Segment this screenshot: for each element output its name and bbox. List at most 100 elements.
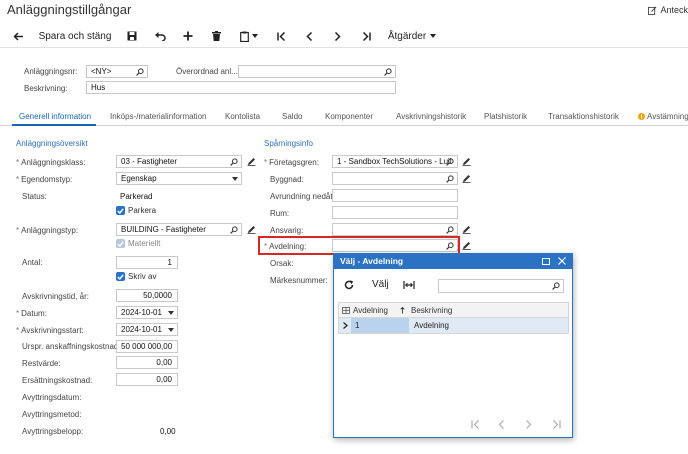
caret-down-icon [168,311,174,315]
select-button[interactable]: Välj [372,279,389,290]
last-record-button[interactable] [356,24,376,48]
tab-account-list[interactable]: Kontolista [225,112,260,121]
tab-balance[interactable]: Saldo [282,112,302,121]
tab-reconciliation-label: Avstämning [647,112,688,121]
save-button[interactable] [122,24,142,48]
pencil-icon[interactable] [462,157,471,166]
add-button[interactable] [178,24,198,48]
copy-paste-menu[interactable] [234,24,264,48]
write-off-checkbox[interactable]: Skriv av [116,272,156,281]
tab-components[interactable]: Komponenter [325,112,373,121]
maximize-icon[interactable] [542,258,550,265]
search-icon[interactable] [446,226,454,234]
toolbar: Spara och stäng Åtgärder [0,24,688,48]
caret-down-icon [168,328,174,332]
description-input[interactable]: Hus [86,81,396,94]
disposal-method-label: Avyttringsmetod: [22,410,82,419]
checkbox-checked-icon [116,239,125,248]
table-row[interactable]: 1 Avdelning [339,318,568,333]
first-page-icon[interactable] [471,420,480,429]
next-page-icon[interactable] [525,420,532,429]
quantity-label: Antal: [22,258,43,267]
fit-columns-icon[interactable] [403,280,415,290]
search-icon[interactable] [136,68,144,76]
delete-button[interactable] [206,24,226,48]
depreciation-start-value: 2024-10-01 [121,325,162,334]
property-type-select[interactable]: Egenskap [116,172,242,185]
column-department-header[interactable]: Avdelning [353,306,388,315]
caret-down-icon [232,177,238,181]
branch-input[interactable]: 1 - Sandbox TechSolutions - Lull [332,155,458,168]
tab-bar: Generell information Inköps-/materialinf… [0,110,688,126]
asset-type-input[interactable]: BUILDING - Fastigheter [116,223,242,236]
branch-label: * Företagsgren: [264,158,319,167]
asset-class-input[interactable]: 03 - Fastigheter [116,155,242,168]
responsible-label: Ansvarig: [270,226,304,235]
pencil-icon[interactable] [462,225,471,234]
pencil-icon[interactable] [247,225,256,234]
tab-depreciation-history[interactable]: Avskrivningshistorik [396,112,466,121]
residual-value-input[interactable]: 0,00 [116,356,178,369]
actions-menu[interactable]: Åtgärder [386,24,438,48]
write-off-label: Skriv av [128,272,157,281]
room-label: Rum: [270,209,290,218]
depreciation-start-picker[interactable]: 2024-10-01 [116,323,178,336]
column-settings-icon[interactable] [342,307,350,314]
column-description-header[interactable]: Beskrivning [411,306,452,315]
next-record-button[interactable] [327,24,347,48]
disposal-amount-value: 0,00 [160,427,176,436]
back-button[interactable] [8,24,28,48]
department-grid: Avdelning Beskrivning 1 Avdelning [338,302,569,334]
asset-no-input[interactable]: <NY> [86,65,148,78]
tab-reconciliation[interactable]: Avstämning [638,112,688,121]
search-icon[interactable] [230,226,238,234]
parent-asset-input[interactable] [238,65,396,78]
notes-link[interactable]: Anteck [648,5,688,15]
quantity-input[interactable]: 1 [116,256,178,269]
search-icon[interactable] [384,68,392,76]
date-picker[interactable]: 2024-10-01 [116,306,178,319]
building-input[interactable] [332,172,458,185]
dialog-header: Välj - Avdelning [334,254,572,269]
search-icon[interactable] [446,158,454,166]
close-icon[interactable] [558,257,566,265]
notes-label: Anteck [660,5,688,15]
room-input[interactable] [332,206,458,219]
tab-purchase-material[interactable]: Inköps-/materialinformation [110,112,206,121]
pencil-icon[interactable] [462,241,471,250]
reason-label: Orsak: [270,259,294,268]
undo-button[interactable] [150,24,170,48]
status-label: Status: [22,192,47,201]
row-pointer-icon [343,322,348,329]
previous-page-icon[interactable] [498,420,505,429]
tab-location-history[interactable]: Platshistorik [484,112,527,121]
property-type-value: Egenskap [121,174,157,183]
first-record-button[interactable] [271,24,291,48]
refresh-icon[interactable] [344,280,354,290]
clipboard-icon [240,31,249,42]
grid-header: Avdelning Beskrivning [339,303,568,318]
dialog-search-input[interactable] [438,279,564,293]
rounding-input[interactable] [332,189,458,202]
last-page-icon [362,31,371,41]
tab-general-information[interactable]: Generell information [19,112,91,121]
pencil-icon[interactable] [462,174,471,183]
save-close-button[interactable]: Spara och stäng [38,24,112,48]
date-label: * Datum: [16,309,47,318]
residual-value-label: Restvärde: [22,359,61,368]
chevron-right-icon [334,31,341,41]
original-cost-input[interactable]: 50 000 000,00 [116,340,178,353]
previous-record-button[interactable] [299,24,319,48]
tab-transaction-history[interactable]: Transaktionshistorik [548,112,619,121]
replacement-cost-input[interactable]: 0,00 [116,373,178,386]
responsible-input[interactable] [332,223,458,236]
depreciation-time-label: Avskrivningstid, år: [22,292,89,301]
depreciation-time-input[interactable]: 50,0000 [116,289,178,302]
search-icon[interactable] [230,158,238,166]
search-icon[interactable] [552,282,560,290]
last-page-icon[interactable] [552,420,561,429]
search-icon[interactable] [446,175,454,183]
park-checkbox[interactable]: Parkera [116,206,156,215]
pencil-icon[interactable] [247,157,256,166]
checkbox-checked-icon [116,272,125,281]
